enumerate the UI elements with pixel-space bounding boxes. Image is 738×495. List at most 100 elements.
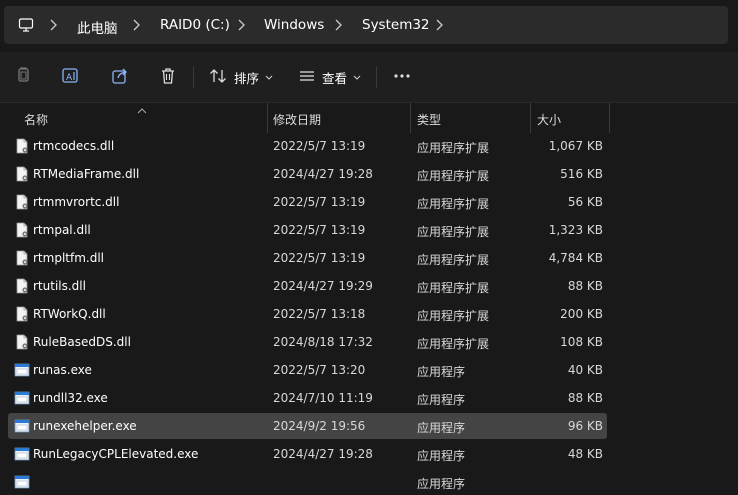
- file-row[interactable]: 应用程序: [8, 469, 607, 495]
- file-name: rundll32.exe: [33, 391, 108, 405]
- application-icon: [14, 474, 30, 490]
- file-type: 应用程序扩展: [417, 337, 490, 351]
- file-row[interactable]: runexehelper.exe 2024/9/2 19:56 应用程序 96 KB: [8, 413, 607, 439]
- more-options-button[interactable]: [392, 65, 412, 89]
- application-icon: [14, 362, 30, 378]
- file-name: RunLegacyCPLElevated.exe: [33, 447, 199, 461]
- column-divider[interactable]: [530, 103, 531, 133]
- file-row[interactable]: RTMediaFrame.dll 2024/4/27 19:28 应用程序扩展 516…: [8, 161, 607, 187]
- column-header-size[interactable]: 大小: [537, 111, 561, 128]
- chevron-right-icon[interactable]: [131, 19, 141, 34]
- file-date: 2022/5/7 13:19: [273, 223, 366, 237]
- file-date: 2024/7/10 11:19: [273, 391, 373, 405]
- file-name: RuleBasedDS.dll: [33, 335, 131, 349]
- file-type: 应用程序: [417, 449, 466, 463]
- view-button[interactable]: 查看: [298, 65, 361, 89]
- file-type: 应用程序扩展: [417, 225, 490, 239]
- column-header: 名称 修改日期 类型 大小: [0, 103, 738, 133]
- file-row[interactable]: rtmpltfm.dll 2022/5/7 13:19 应用程序扩展 4,784 KB: [8, 245, 607, 271]
- file-size: 96 KB: [567, 419, 603, 433]
- column-divider[interactable]: [267, 103, 268, 133]
- copy-icon: [14, 66, 34, 89]
- breadcrumb-system32[interactable]: System32: [362, 17, 430, 33]
- column-divider[interactable]: [410, 103, 411, 133]
- sort-icon: [208, 66, 228, 89]
- file-type: 应用程序: [417, 421, 466, 435]
- share-button[interactable]: [110, 65, 130, 89]
- share-icon: [110, 66, 130, 89]
- breadcrumb-drive[interactable]: RAID0 (C:): [160, 17, 230, 33]
- view-icon: [298, 67, 316, 88]
- dll-file-icon: [14, 306, 30, 322]
- command-bar: A 排序 查看: [0, 52, 738, 103]
- file-name: RTMediaFrame.dll: [33, 167, 140, 181]
- breadcrumb-windows[interactable]: Windows: [264, 17, 324, 33]
- file-size: 56 KB: [567, 195, 603, 209]
- file-size: 516 KB: [560, 167, 603, 181]
- file-date: 2024/4/27 19:28: [273, 447, 373, 461]
- computer-icon[interactable]: [18, 17, 34, 36]
- column-header-name[interactable]: 名称: [24, 111, 48, 128]
- file-type: 应用程序扩展: [417, 281, 490, 295]
- file-size: 1,323 KB: [548, 223, 603, 237]
- file-name: rtmmvrortc.dll: [33, 195, 120, 209]
- file-name: runas.exe: [33, 363, 92, 377]
- dll-file-icon: [14, 250, 30, 266]
- application-icon: [14, 418, 30, 434]
- column-divider[interactable]: [609, 103, 610, 133]
- file-type: 应用程序: [417, 393, 466, 407]
- file-size: 200 KB: [560, 307, 603, 321]
- column-header-date[interactable]: 修改日期: [273, 111, 321, 128]
- dll-file-icon: [14, 278, 30, 294]
- breadcrumb-this-pc[interactable]: 此电脑: [77, 17, 118, 37]
- file-date: 2024/4/27 19:28: [273, 167, 373, 181]
- chevron-right-icon[interactable]: [434, 19, 444, 34]
- dll-file-icon: [14, 138, 30, 154]
- copy-button[interactable]: [14, 65, 34, 89]
- view-label: 查看: [322, 70, 348, 86]
- file-date: 2022/5/7 13:19: [273, 251, 366, 265]
- file-row[interactable]: rtutils.dll 2024/4/27 19:29 应用程序扩展 88 KB: [8, 273, 607, 299]
- application-icon: [14, 446, 30, 462]
- file-row[interactable]: RuleBasedDS.dll 2024/8/18 17:32 应用程序扩展 108 …: [8, 329, 607, 355]
- file-size: 48 KB: [567, 447, 603, 461]
- file-row[interactable]: RunLegacyCPLElevated.exe 2024/4/27 19:28 应…: [8, 441, 607, 467]
- rename-button[interactable]: A: [61, 65, 81, 89]
- file-name: rtmpltfm.dll: [33, 251, 104, 265]
- file-row[interactable]: rtmpal.dll 2022/5/7 13:19 应用程序扩展 1,323 KB: [8, 217, 607, 243]
- file-size: 40 KB: [567, 363, 603, 377]
- rename-icon: A: [61, 66, 81, 89]
- file-row[interactable]: rtmmvrortc.dll 2022/5/7 13:19 应用程序扩展 56 KB: [8, 189, 607, 215]
- chevron-down-icon: [265, 70, 273, 84]
- file-row[interactable]: rtmcodecs.dll 2022/5/7 13:19 应用程序扩展 1,067 K…: [8, 133, 607, 159]
- column-header-type[interactable]: 类型: [417, 111, 441, 128]
- file-type: 应用程序扩展: [417, 169, 490, 183]
- delete-button[interactable]: [158, 65, 178, 89]
- application-icon: [14, 390, 30, 406]
- file-size: 108 KB: [560, 335, 603, 349]
- file-row[interactable]: RTWorkQ.dll 2022/5/7 13:18 应用程序扩展 200 KB: [8, 301, 607, 327]
- file-type: 应用程序扩展: [417, 197, 490, 211]
- chevron-right-icon[interactable]: [48, 19, 58, 34]
- sort-ascending-icon: [137, 103, 147, 117]
- file-name: RTWorkQ.dll: [33, 307, 106, 321]
- file-type: 应用程序扩展: [417, 253, 490, 267]
- file-size: 1,067 KB: [548, 139, 603, 153]
- file-date: 2022/5/7 13:18: [273, 307, 366, 321]
- file-size: 88 KB: [567, 279, 603, 293]
- address-bar[interactable]: 此电脑 RAID0 (C:) Windows System32: [4, 6, 728, 44]
- chevron-right-icon[interactable]: [333, 19, 343, 34]
- file-row[interactable]: runas.exe 2022/5/7 13:20 应用程序 40 KB: [8, 357, 607, 383]
- file-date: 2022/5/7 13:19: [273, 195, 366, 209]
- sort-button[interactable]: 排序: [208, 65, 273, 89]
- file-row[interactable]: rundll32.exe 2024/7/10 11:19 应用程序 88 KB: [8, 385, 607, 411]
- dll-file-icon: [14, 222, 30, 238]
- file-date: 2024/4/27 19:29: [273, 279, 373, 293]
- file-size: 88 KB: [567, 391, 603, 405]
- more-icon: [392, 66, 412, 89]
- dll-file-icon: [14, 334, 30, 350]
- file-type: 应用程序扩展: [417, 141, 490, 155]
- dll-file-icon: [14, 194, 30, 210]
- chevron-right-icon[interactable]: [236, 19, 246, 34]
- toolbar-separator: [193, 66, 194, 88]
